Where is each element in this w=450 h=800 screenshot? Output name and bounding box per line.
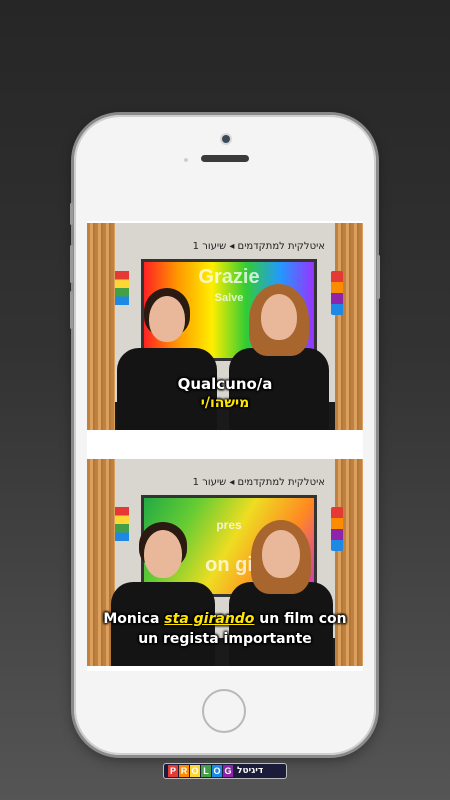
phone-frame: איטלקית למתקדמים ◂ שיעור 1 Grazie Salve … — [70, 115, 380, 755]
home-button-icon[interactable] — [202, 689, 246, 733]
subtitle-highlight: sta girando — [164, 611, 255, 627]
phone-screen: איטלקית למתקדמים ◂ שיעור 1 Grazie Salve … — [87, 221, 363, 671]
video-frame-2[interactable]: איטלקית למתקדמים ◂ שיעור 1 pres on gi Mo… — [87, 459, 363, 666]
subtitle-hebrew: מישהו/י — [200, 395, 250, 411]
brand-letter: G — [223, 765, 233, 777]
earpiece-speaker — [201, 155, 249, 162]
subtitle-part-1: Monica — [103, 611, 165, 627]
subtitle-part-2: un film con — [254, 611, 347, 627]
volume-down-button — [70, 291, 73, 329]
brand-letter: P — [168, 765, 178, 777]
subtitle-line-2: un regista importante — [138, 631, 312, 647]
brand-letters: P R O L O G — [168, 765, 234, 777]
lesson-header: איטלקית למתקדמים ◂ שיעור 1 — [192, 241, 325, 252]
camera-icon — [222, 135, 230, 143]
volume-up-button — [70, 245, 73, 283]
silent-switch — [70, 203, 73, 225]
brand-letter: L — [201, 765, 211, 777]
brand-letter: O — [190, 765, 200, 777]
subtitle-italian: Monica sta girando un film con un regist… — [87, 609, 363, 649]
subtitle-italian: Qualcuno/a — [177, 375, 273, 393]
brand-letter: R — [179, 765, 189, 777]
prolog-digital-logo: P R O L O G דיגיטל — [163, 763, 287, 779]
brand-hebrew: דיגיטל — [237, 766, 264, 776]
video-frame-1[interactable]: איטלקית למתקדמים ◂ שיעור 1 Grazie Salve … — [87, 223, 363, 430]
power-button — [377, 255, 380, 299]
brand-letter: O — [212, 765, 222, 777]
proximity-sensor — [184, 158, 188, 162]
prolog-media-logo — [331, 271, 343, 315]
lesson-header: איטלקית למתקדמים ◂ שיעור 1 — [192, 477, 325, 488]
